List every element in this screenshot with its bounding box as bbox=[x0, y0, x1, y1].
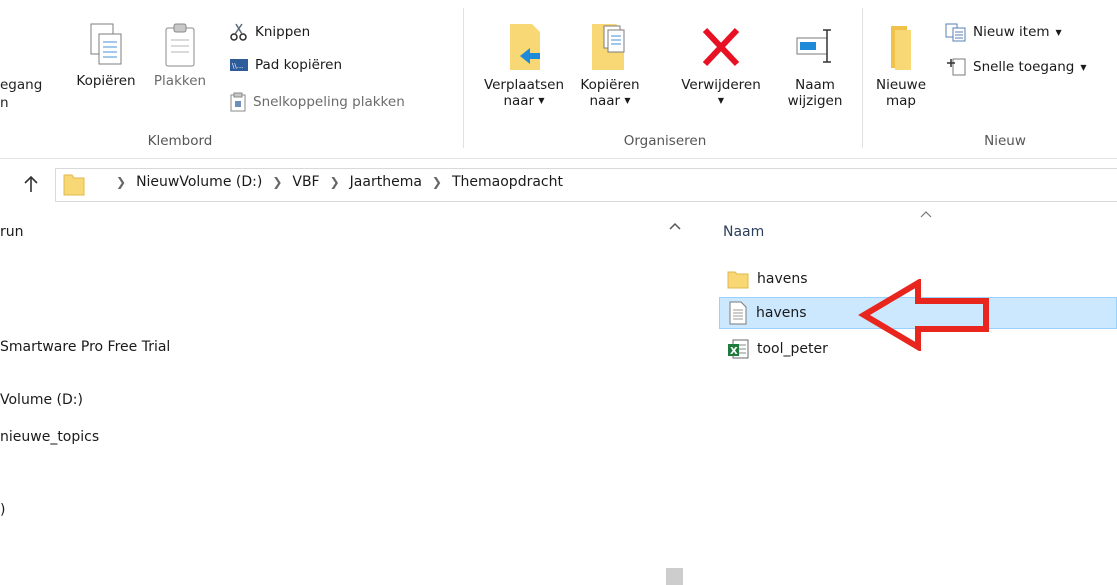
copy-button[interactable]: Kopiëren bbox=[65, 22, 147, 89]
easy-access-label: Snelle toegang bbox=[973, 59, 1075, 75]
delete-x-icon bbox=[702, 27, 740, 67]
copy-path-button[interactable]: \\... Pad kopiëren bbox=[229, 57, 342, 73]
nav-scrollbar[interactable] bbox=[665, 212, 685, 585]
group-divider bbox=[463, 8, 464, 148]
organize-group-label: Organiseren bbox=[623, 133, 707, 149]
delete-label: Verwijderen bbox=[681, 77, 761, 93]
chevron-down-icon: ▼ bbox=[1055, 27, 1062, 37]
nav-item[interactable]: nieuwe_topics bbox=[0, 429, 99, 445]
paste-shortcut-icon bbox=[230, 92, 246, 112]
rename-label-line1: Naam bbox=[795, 77, 835, 93]
paste-button[interactable]: Plakken bbox=[149, 22, 211, 89]
easy-access-icon bbox=[947, 58, 966, 76]
paste-shortcut-label: Snelkoppeling plakken bbox=[253, 94, 405, 110]
new-folder-button[interactable]: Nieuwe map bbox=[870, 22, 932, 109]
move-to-label-line2: naar ▼ bbox=[503, 93, 545, 109]
copy-path-label: Pad kopiëren bbox=[255, 57, 343, 73]
pin-quick-access-partial-label-2[interactable]: n bbox=[0, 95, 9, 111]
folder-icon bbox=[727, 271, 749, 289]
copy-icon bbox=[90, 23, 122, 65]
copy-to-label-line2: naar ▼ bbox=[589, 93, 631, 109]
new-folder-label-line2: map bbox=[886, 93, 916, 109]
move-to-icon bbox=[510, 24, 540, 70]
red-arrow-annotation-icon bbox=[858, 279, 989, 351]
copy-to-icon bbox=[592, 24, 625, 70]
copy-to-button[interactable]: Kopiëren naar ▼ bbox=[576, 22, 644, 109]
file-name: havens bbox=[757, 271, 808, 287]
up-arrow-icon[interactable] bbox=[23, 175, 39, 193]
chevron-right-icon: ❯ bbox=[116, 175, 127, 189]
rename-label-line2: wijzigen bbox=[787, 93, 843, 109]
cut-label: Knippen bbox=[255, 24, 311, 40]
file-name: tool_peter bbox=[757, 341, 828, 357]
nav-item[interactable]: Smartware Pro Free Trial bbox=[0, 339, 170, 355]
pin-quick-access-partial-label[interactable]: egang bbox=[0, 77, 42, 93]
nav-item[interactable]: Volume (D:) bbox=[0, 392, 83, 408]
ribbon: egang n Kopiëren Plakken Knippen \\... P… bbox=[0, 0, 1117, 159]
scissors-icon bbox=[230, 23, 247, 41]
new-folder-label-line1: Nieuwe bbox=[875, 77, 927, 93]
breadcrumb-item[interactable]: NieuwVolume (D:) bbox=[136, 174, 262, 190]
breadcrumb-item[interactable]: Jaarthema bbox=[350, 174, 422, 190]
nav-item[interactable]: run bbox=[0, 224, 24, 240]
chevron-right-icon[interactable]: ❯ bbox=[330, 175, 340, 189]
text-file-icon bbox=[729, 301, 747, 325]
breadcrumb: ❯ NieuwVolume (D:) ❯ VBF ❯ Jaarthema ❯ T… bbox=[116, 174, 563, 190]
new-item-button[interactable]: Nieuw item ▼ bbox=[945, 22, 1062, 42]
breadcrumb-item[interactable]: VBF bbox=[292, 174, 319, 190]
scrollbar-thumb[interactable] bbox=[666, 568, 683, 585]
navigation-pane: run Smartware Pro Free Trial Volume (D:)… bbox=[0, 212, 690, 585]
move-to-label-line1: Verplaatsen bbox=[483, 77, 565, 93]
scroll-up-icon[interactable] bbox=[669, 222, 681, 230]
chevron-right-icon[interactable]: ❯ bbox=[272, 175, 282, 189]
cut-button[interactable]: Knippen bbox=[229, 22, 310, 42]
clipboard-group-label: Klembord bbox=[147, 133, 213, 149]
paste-shortcut-button[interactable]: Snelkoppeling plakken bbox=[229, 92, 405, 112]
breadcrumb-item[interactable]: Themaopdracht bbox=[452, 174, 563, 190]
column-header-name[interactable]: Naam bbox=[723, 224, 764, 240]
easy-access-button[interactable]: Snelle toegang ▼ bbox=[945, 57, 1087, 77]
copy-label: Kopiëren bbox=[76, 73, 136, 89]
svg-text:\\...: \\... bbox=[232, 62, 243, 70]
sort-chevron-up-icon bbox=[920, 211, 932, 218]
copy-to-label-line1: Kopiëren bbox=[580, 77, 640, 93]
chevron-down-icon: ▼ bbox=[1080, 62, 1087, 72]
delete-button[interactable]: Verwijderen ▼ bbox=[668, 22, 774, 109]
new-item-label: Nieuw item bbox=[973, 24, 1050, 40]
delete-dropdown-caret: ▼ bbox=[717, 96, 725, 105]
move-to-button[interactable]: Verplaatsen naar ▼ bbox=[472, 22, 576, 109]
svg-text:X: X bbox=[730, 346, 738, 357]
file-name: havens bbox=[756, 305, 807, 321]
new-folder-icon bbox=[891, 26, 911, 70]
rename-button[interactable]: Naam wijzigen bbox=[778, 22, 852, 109]
chevron-right-icon[interactable]: ❯ bbox=[432, 175, 442, 189]
new-group-label: Nieuw bbox=[984, 133, 1026, 149]
new-item-icon bbox=[945, 23, 966, 42]
clipboard-icon bbox=[165, 23, 195, 67]
rename-icon bbox=[796, 29, 831, 63]
nav-item[interactable]: ) bbox=[0, 502, 5, 518]
group-divider bbox=[862, 8, 863, 148]
folder-icon bbox=[63, 174, 85, 196]
copy-path-icon: \\... bbox=[230, 59, 248, 71]
paste-label: Plakken bbox=[153, 73, 207, 89]
excel-file-icon: X bbox=[728, 339, 749, 359]
